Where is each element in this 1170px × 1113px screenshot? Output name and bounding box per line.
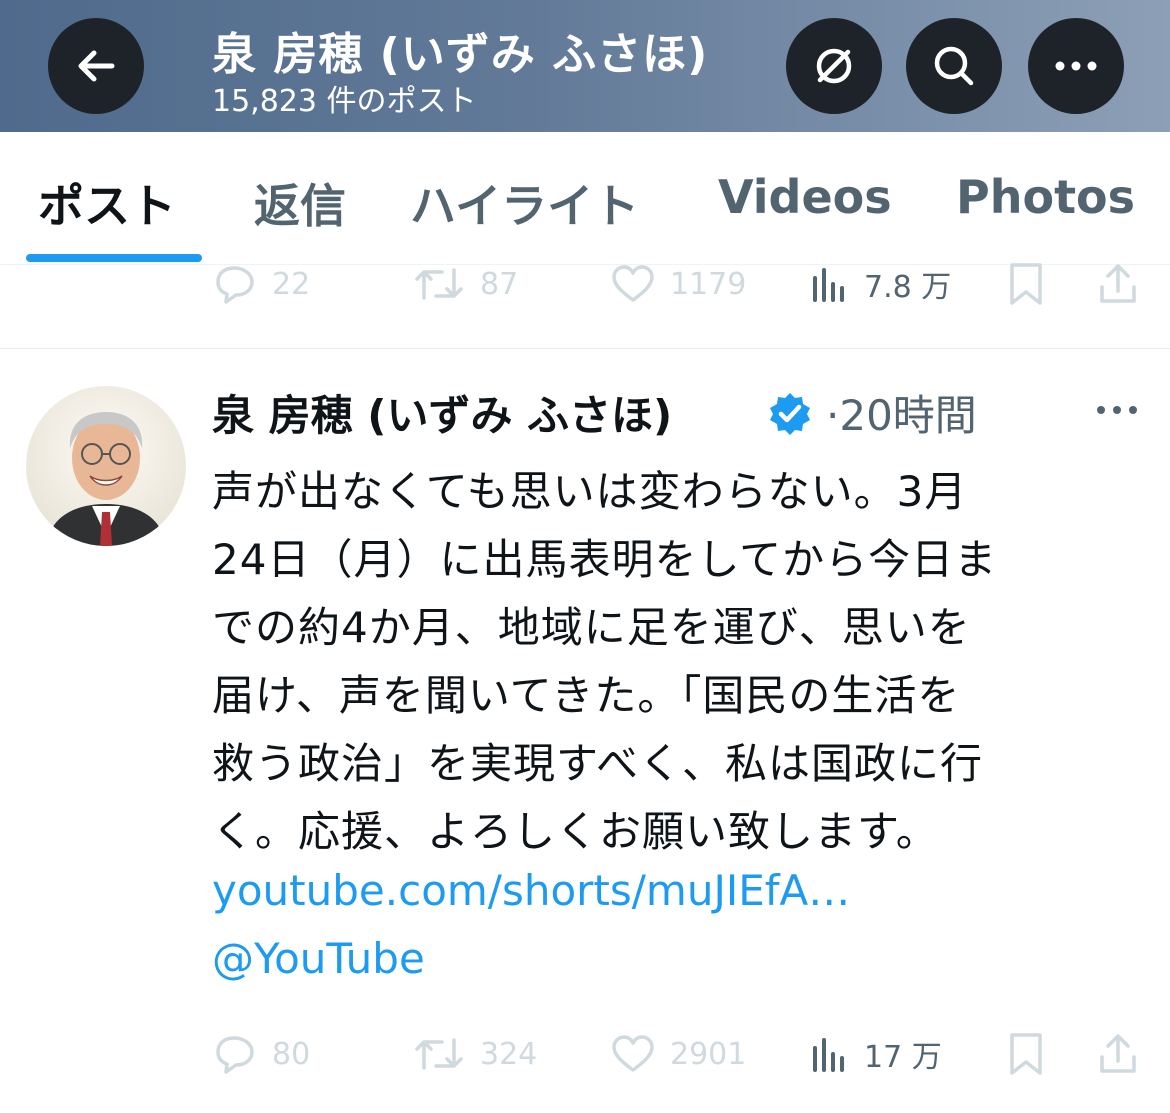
heart-icon [612,265,654,302]
tweet-mention[interactable]: @YouTube [212,934,425,983]
tab-photos[interactable]: Photos [956,170,1135,224]
back-button[interactable] [48,18,144,114]
like-button[interactable]: 2901 [610,1024,746,1084]
view-count: 7.8 万 [864,270,952,305]
subscribe-button[interactable] [786,18,882,114]
search-button[interactable] [906,18,1002,114]
retweet-count: 324 [480,1036,538,1072]
verified-badge-icon [770,393,810,435]
tab-videos[interactable]: Videos [718,170,892,224]
no-subscribe-icon [816,48,852,84]
more-button[interactable] [1028,18,1124,114]
bookmark-button[interactable] [1006,254,1046,314]
views-button[interactable]: 17 万 [810,1024,942,1084]
bookmark-icon [1010,1033,1042,1075]
tweet-actions: 80 324 2901 17 万 [210,1024,1150,1084]
tweet-text-line: 救う政治」を実現すべく、私は国政に行 [212,739,984,788]
retweet-button[interactable]: 324 [412,1024,537,1084]
profile-header: 泉 房穂 (いずみ ふさほ) 15,823 件のポスト [0,0,1170,132]
more-icon [1055,61,1097,71]
retweet-icon [415,1038,463,1070]
post-count: 15,823 件のポスト [212,84,477,119]
views-button[interactable]: 7.8 万 [810,254,951,314]
reply-count: 22 [272,266,311,302]
views-chart-icon [813,1038,844,1072]
tweet-text-line: での約4か月、地域に足を運び、思いを [212,603,971,652]
like-button[interactable]: 1179 [610,254,746,314]
tweet-text-line: 声が出なくても思いは変わらない。3月 [212,467,968,516]
tweet-link[interactable]: youtube.com/shorts/muJIEfA… [212,866,850,915]
retweet-count: 87 [480,266,519,302]
share-icon [1100,264,1136,303]
retweet-button[interactable]: 87 [412,254,518,314]
views-chart-icon [813,268,844,302]
tweet-text-line: く。応援、よろしくお願い致します。 [212,807,939,856]
avatar-portrait-icon [26,386,186,546]
reply-icon [216,1036,254,1074]
heart-icon [612,1035,654,1072]
tweet-divider [0,348,1170,349]
like-count: 2901 [670,1036,747,1072]
share-icon [1100,1034,1136,1073]
view-count: 17 万 [864,1040,942,1075]
bookmark-icon [1010,263,1042,305]
profile-name: 泉 房穂 (いずみ ふさほ) [212,29,709,80]
reply-button[interactable]: 22 [212,254,310,314]
share-button[interactable] [1096,1024,1140,1084]
avatar[interactable] [26,386,186,546]
tweet-text-line: 届け、声を聞いてきた。「国民の生活を [212,671,961,720]
reply-count: 80 [272,1036,311,1072]
tweet-author-name[interactable]: 泉 房穂 (いずみ ふさほ) [212,382,672,443]
search-icon [934,46,974,86]
retweet-icon [415,268,463,300]
prev-tweet-actions: 22 87 1179 7.8 万 [210,254,1150,314]
reply-button[interactable]: 80 [212,1024,310,1084]
profile-tabs: ポスト 返信 ハイライト Videos Photos [0,132,1170,265]
tab-posts[interactable]: ポスト [38,170,176,236]
tab-highlights[interactable]: ハイライト [410,170,639,236]
tab-replies[interactable]: 返信 [254,170,346,236]
share-button[interactable] [1096,254,1140,314]
tweet-more-icon[interactable] [1094,404,1140,416]
active-tab-indicator [26,254,202,262]
back-arrow-icon [78,50,115,82]
tweet-text-line: 24日（月）に出馬表明をしてから今日ま [212,535,998,584]
bookmark-button[interactable] [1006,1024,1046,1084]
tweet-timestamp[interactable]: ·20時間 [826,382,977,443]
reply-icon [216,266,254,304]
like-count: 1179 [670,266,747,302]
